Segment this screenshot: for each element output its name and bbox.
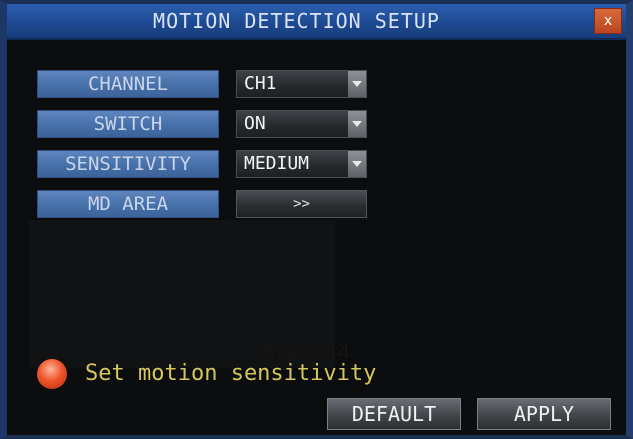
sensitivity-select-value: MEDIUM (244, 153, 310, 174)
md-area-label-button[interactable]: MD AREA (37, 190, 219, 218)
apply-button[interactable]: APPLY (477, 398, 611, 430)
chevron-down-icon[interactable] (348, 111, 366, 137)
channel-label-button[interactable]: CHANNEL (37, 70, 219, 98)
sensitivity-select[interactable]: MEDIUM (236, 150, 367, 178)
chevron-down-icon[interactable] (348, 71, 366, 97)
channel-select-value: CH1 (244, 73, 277, 94)
dialog-title: MOTION DETECTION SETUP (153, 9, 440, 33)
dialog-content: CHANNEL CH1 SWITCH ON SENSITIVITY MEDIUM… (7, 40, 626, 435)
close-button[interactable]: x (594, 8, 622, 34)
channel-select[interactable]: CH1 (236, 70, 367, 98)
motion-detection-dialog: MOTION DETECTION SETUP x CHANNEL CH1 SWI… (0, 0, 633, 439)
chevron-down-icon[interactable] (348, 151, 366, 177)
switch-select-value: ON (244, 113, 266, 134)
title-bar: MOTION DETECTION SETUP x (7, 4, 626, 40)
default-button[interactable]: DEFAULT (327, 398, 461, 430)
sensitivity-label-button[interactable]: SENSITIVITY (37, 150, 219, 178)
figure-caption: Fig. 2-44 (263, 339, 350, 364)
switch-select[interactable]: ON (236, 110, 367, 138)
md-area-setup-button[interactable]: >> (236, 190, 367, 218)
switch-label-button[interactable]: SWITCH (37, 110, 219, 138)
red-circle-icon (37, 359, 67, 389)
